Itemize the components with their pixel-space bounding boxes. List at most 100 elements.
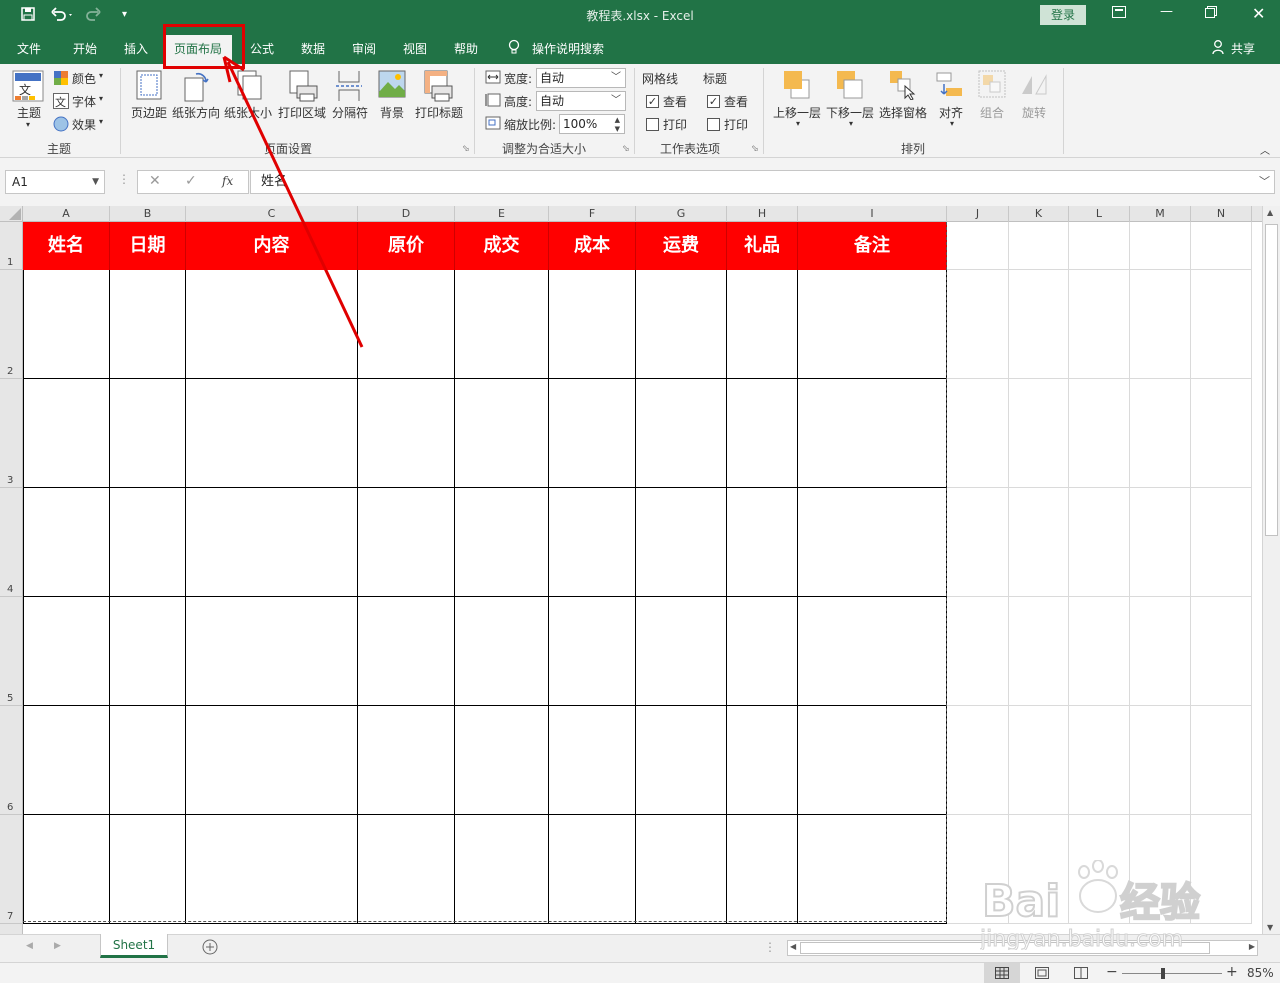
cell[interactable] [947, 488, 1009, 597]
tab-file[interactable]: 文件 [17, 40, 41, 57]
zoom-out-icon[interactable]: − [1106, 964, 1118, 980]
row-header[interactable]: 3 [0, 379, 23, 488]
cell[interactable] [1191, 222, 1252, 270]
prev-sheet-icon[interactable]: ◀ [26, 941, 33, 951]
table-cell[interactable] [23, 706, 110, 815]
table-cell[interactable] [358, 379, 455, 488]
table-cell[interactable] [455, 706, 549, 815]
table-cell[interactable] [110, 597, 186, 706]
tab-page-layout[interactable]: 页面布局 [164, 35, 233, 67]
table-cell[interactable] [727, 706, 798, 815]
table-cell[interactable] [727, 488, 798, 597]
table-cell[interactable] [186, 597, 358, 706]
cell[interactable] [1191, 379, 1252, 488]
table-cell[interactable] [549, 597, 636, 706]
table-cell[interactable] [23, 597, 110, 706]
table-cell[interactable] [636, 270, 727, 379]
table-cell[interactable] [798, 379, 947, 488]
orientation-button[interactable]: 纸张方向 [172, 104, 220, 121]
table-cell[interactable] [636, 379, 727, 488]
page-setup-launcher-icon[interactable]: ⬂ [462, 144, 470, 154]
table-cell[interactable] [727, 379, 798, 488]
table-header-cell[interactable]: 运费 [636, 222, 727, 270]
cell[interactable] [947, 379, 1009, 488]
size-button[interactable]: 纸张大小 [224, 104, 272, 121]
horizontal-scroll-thumb[interactable] [800, 942, 1210, 954]
tell-me-search[interactable]: 操作说明搜索 [532, 40, 604, 57]
print-area-button[interactable]: 打印区域 [278, 104, 326, 121]
row-header[interactable]: 7 [0, 815, 23, 924]
cancel-icon[interactable]: ✕ [149, 173, 161, 189]
cell[interactable] [1130, 222, 1191, 270]
tab-insert[interactable]: 插入 [124, 40, 148, 57]
cell[interactable] [947, 222, 1009, 270]
table-cell[interactable] [798, 270, 947, 379]
column-header[interactable]: K [1009, 206, 1069, 222]
page-layout-view-icon[interactable] [1035, 967, 1049, 982]
cell[interactable] [1069, 379, 1130, 488]
zoom-level[interactable]: 85% [1247, 966, 1274, 980]
scroll-right-icon[interactable]: ▶ [1249, 942, 1255, 951]
zoom-in-icon[interactable]: + [1226, 964, 1238, 980]
cell[interactable] [1009, 488, 1069, 597]
row-header[interactable]: 2 [0, 270, 23, 379]
column-header[interactable]: B [110, 206, 186, 222]
table-cell[interactable] [455, 270, 549, 379]
table-cell[interactable] [23, 488, 110, 597]
column-header[interactable]: F [549, 206, 636, 222]
themes-button[interactable]: 主题 [17, 104, 41, 121]
insert-function-button[interactable]: fx [222, 174, 233, 188]
table-cell[interactable] [186, 379, 358, 488]
save-icon[interactable] [20, 6, 36, 26]
table-cell[interactable] [110, 379, 186, 488]
table-cell[interactable] [358, 815, 455, 924]
table-cell[interactable] [455, 597, 549, 706]
selection-pane-button[interactable]: 选择窗格 [879, 104, 927, 121]
cell[interactable] [1191, 815, 1252, 924]
column-header[interactable]: C [186, 206, 358, 222]
tab-split-grip-icon[interactable]: ⋮ [764, 940, 776, 954]
table-cell[interactable] [110, 270, 186, 379]
add-sheet-icon[interactable] [202, 939, 218, 958]
table-header-cell[interactable]: 原价 [358, 222, 455, 270]
cell[interactable] [1009, 222, 1069, 270]
table-cell[interactable] [798, 815, 947, 924]
row-header[interactable]: 6 [0, 706, 23, 815]
customize-toolbar-icon[interactable]: ▾ [122, 9, 127, 20]
column-header[interactable]: J [947, 206, 1009, 222]
scroll-down-icon[interactable]: ▼ [1267, 923, 1273, 932]
row-header[interactable]: 1 [0, 222, 23, 270]
tab-home[interactable]: 开始 [73, 40, 97, 57]
cell[interactable] [1191, 488, 1252, 597]
tab-help[interactable]: 帮助 [454, 40, 478, 57]
background-button[interactable]: 背景 [380, 104, 404, 121]
table-header-cell[interactable]: 内容 [186, 222, 358, 270]
column-header[interactable]: D [358, 206, 455, 222]
width-select[interactable]: 自动 ﹀ [536, 68, 626, 88]
table-cell[interactable] [549, 488, 636, 597]
themes-icon[interactable]: 文 [12, 70, 46, 105]
table-cell[interactable] [186, 815, 358, 924]
table-cell[interactable] [798, 706, 947, 815]
table-cell[interactable] [798, 488, 947, 597]
next-sheet-icon[interactable]: ▶ [54, 941, 61, 951]
cell[interactable] [1130, 270, 1191, 379]
breaks-button[interactable]: 分隔符 [332, 104, 368, 121]
table-header-cell[interactable]: 姓名 [23, 222, 110, 270]
horizontal-scrollbar[interactable]: ◀ ▶ [787, 940, 1258, 956]
cell[interactable] [947, 597, 1009, 706]
page-break-view-icon[interactable] [1074, 967, 1088, 982]
table-header-cell[interactable]: 日期 [110, 222, 186, 270]
minimize-icon[interactable]: — [1160, 4, 1173, 19]
table-cell[interactable] [455, 488, 549, 597]
column-header[interactable]: H [727, 206, 798, 222]
column-header[interactable]: L [1069, 206, 1130, 222]
tab-data[interactable]: 数据 [301, 40, 325, 57]
column-header[interactable]: A [23, 206, 110, 222]
table-header-cell[interactable]: 备注 [798, 222, 947, 270]
table-cell[interactable] [549, 270, 636, 379]
undo-icon[interactable] [50, 6, 74, 26]
table-cell[interactable] [23, 379, 110, 488]
sheet-options-launcher-icon[interactable]: ⬂ [751, 144, 759, 154]
table-cell[interactable] [358, 270, 455, 379]
